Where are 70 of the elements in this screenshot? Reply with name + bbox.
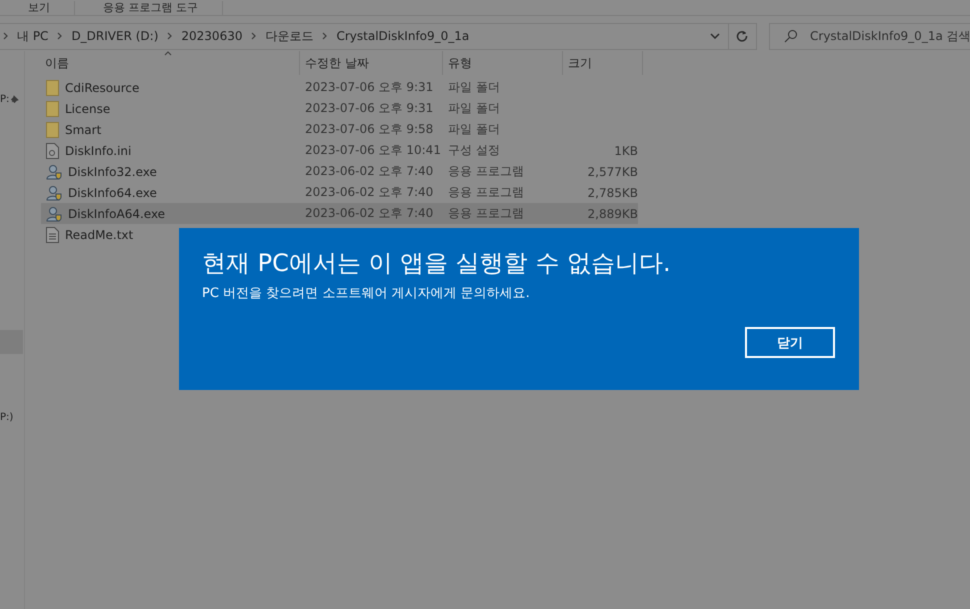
column-header[interactable]: 유형 bbox=[443, 51, 563, 75]
chevron-icon bbox=[57, 32, 62, 40]
file-type: 파일 폴더 bbox=[447, 79, 501, 96]
file-row[interactable]: DiskInfo64.exe 2023-06-02 오후 7:40 응용 프로그램 2,785KB bbox=[41, 182, 638, 203]
file-name: Smart bbox=[65, 122, 102, 136]
column-header[interactable]: 이름 bbox=[41, 51, 300, 75]
breadcrumb[interactable]: 다운로드 bbox=[265, 28, 314, 44]
file-type: 응용 프로그램 bbox=[447, 184, 525, 201]
settings-file-icon bbox=[46, 142, 59, 158]
sort-caret-icon[interactable] bbox=[164, 51, 172, 56]
file-name: License bbox=[65, 102, 110, 116]
chevron-icon bbox=[3, 32, 8, 40]
date-modified: 2023-07-06 오후 9:31 bbox=[304, 79, 434, 96]
file-row[interactable]: ReadMe.txt bbox=[41, 224, 638, 245]
breadcrumb[interactable]: 내 PC bbox=[17, 28, 48, 44]
chevron-icon bbox=[167, 32, 172, 40]
file-row[interactable]: DiskInfo.ini 2023-07-06 오후 10:41 구성 설정 1KB bbox=[41, 140, 638, 161]
refresh-icon bbox=[736, 30, 748, 42]
file-type: 응용 프로그램 bbox=[447, 205, 525, 222]
user-shield-icon bbox=[46, 206, 62, 222]
file-name: CdiResource bbox=[65, 80, 140, 94]
file-type: 파일 폴더 bbox=[447, 100, 501, 117]
ribbon-tab[interactable]: 응용 프로그램 도구 bbox=[75, 0, 223, 14]
search-field[interactable]: CrystalDiskInfo9_0_1a 검색 bbox=[769, 22, 970, 50]
date-modified: 2023-06-02 오후 7:40 bbox=[304, 184, 434, 201]
column-header[interactable]: 수정한 날짜 bbox=[300, 51, 443, 75]
chevron-icon bbox=[251, 32, 256, 40]
breadcrumb[interactable]: D_DRIVER (D:) bbox=[71, 29, 158, 43]
file-row[interactable]: DiskInfo32.exe 2023-06-02 오후 7:40 응용 프로그램 2,577KB bbox=[41, 161, 638, 182]
file-name: DiskInfo.ini bbox=[65, 144, 132, 158]
column-header[interactable]: 크기 bbox=[563, 51, 643, 75]
file-name: DiskInfo32.exe bbox=[68, 164, 157, 178]
file-name: DiskInfoA64.exe bbox=[68, 206, 166, 220]
file-size: 2,785KB bbox=[586, 186, 638, 200]
file-type: 구성 설정 bbox=[447, 142, 501, 159]
file-row[interactable]: DiskInfoA64.exe 2023-06-02 오후 7:40 응용 프로그램 2,889KB bbox=[41, 203, 638, 224]
breadcrumb[interactable]: 20230630 bbox=[181, 29, 242, 43]
file-row[interactable]: License 2023-07-06 오후 9:31 파일 폴더 bbox=[41, 98, 638, 119]
refresh-button[interactable] bbox=[728, 22, 757, 50]
file-size: 1KB bbox=[613, 144, 638, 158]
user-shield-icon bbox=[46, 164, 62, 180]
user-shield-icon bbox=[46, 184, 62, 200]
folder-icon bbox=[46, 122, 59, 138]
file-type: 응용 프로그램 bbox=[447, 163, 525, 180]
file-size: 2,577KB bbox=[586, 164, 638, 178]
folder-icon bbox=[46, 100, 59, 116]
file-size: 2,889KB bbox=[586, 206, 638, 220]
nav-item[interactable]: P:) bbox=[0, 412, 24, 423]
chevron-icon bbox=[322, 32, 328, 40]
date-modified: 2023-06-02 오후 7:40 bbox=[304, 205, 434, 222]
breadcrumb[interactable]: CrystalDiskInfo9_0_1a bbox=[336, 29, 470, 43]
ribbon-tab[interactable]: 보기 bbox=[0, 0, 75, 14]
folder-icon bbox=[46, 80, 59, 96]
dialog-message: PC 버전을 찾으려면 소프트웨어 게시자에게 문의하세요. bbox=[202, 285, 531, 302]
date-modified: 2023-07-06 오후 10:41 bbox=[304, 142, 442, 159]
date-modified: 2023-07-06 오후 9:31 bbox=[304, 100, 434, 117]
file-type: 파일 폴더 bbox=[447, 121, 501, 138]
file-row[interactable]: Smart 2023-07-06 오후 9:58 파일 폴더 bbox=[41, 119, 638, 140]
dropdown-icon[interactable] bbox=[710, 33, 720, 39]
nav-item[interactable]: P: bbox=[0, 94, 24, 105]
close-button[interactable]: 닫기 bbox=[745, 327, 835, 358]
file-row[interactable]: CdiResource 2023-07-06 오후 9:31 파일 폴더 bbox=[41, 77, 638, 98]
dialog-title: 현재 PC에서는 이 앱을 실행할 수 없습니다. bbox=[202, 248, 672, 279]
search-icon bbox=[784, 29, 798, 43]
date-modified: 2023-06-02 오후 7:40 bbox=[304, 163, 434, 180]
date-modified: 2023-07-06 오후 9:58 bbox=[304, 121, 434, 138]
address-bar[interactable]: 내 PC D_DRIVER (D:) 20230630 다운로드 CrystalDiskInfo9_0_1a bbox=[0, 22, 729, 50]
text-file-icon bbox=[46, 226, 59, 242]
file-name: DiskInfo64.exe bbox=[68, 186, 157, 200]
file-name: ReadMe.txt bbox=[65, 228, 134, 242]
